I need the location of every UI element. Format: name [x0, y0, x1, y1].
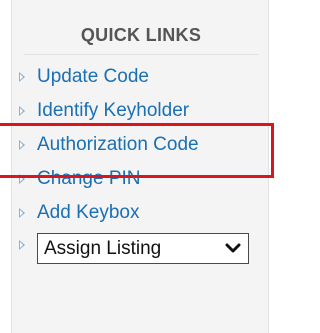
quick-link-label[interactable]: Change PIN: [37, 168, 141, 189]
quick-link-add-keybox[interactable]: Add Keybox: [12, 196, 270, 230]
heading-divider: [24, 54, 258, 55]
assign-listing-item: Assign Listing: [12, 230, 270, 270]
quick-link-authorization-code[interactable]: Authorization Code: [12, 128, 270, 162]
quick-link-label[interactable]: Authorization Code: [37, 134, 199, 155]
quick-link-label[interactable]: Update Code: [37, 66, 149, 87]
quick-link-label[interactable]: Add Keybox: [37, 202, 139, 223]
triangle-arrow-icon: [19, 240, 25, 250]
quick-link-identify-keyholder[interactable]: Identify Keyholder: [12, 94, 270, 128]
triangle-arrow-icon: [19, 106, 25, 116]
quick-link-update-code[interactable]: Update Code: [12, 60, 270, 94]
triangle-arrow-icon: [19, 72, 25, 82]
quick-links-heading: QUICK LINKS: [80, 25, 202, 45]
triangle-arrow-icon: [19, 208, 25, 218]
quick-links-panel: QUICK LINKS Update Code Identify Keyhold…: [11, 0, 269, 333]
triangle-arrow-icon: [19, 174, 25, 184]
select-value: Assign Listing: [44, 238, 162, 259]
triangle-arrow-icon: [19, 140, 25, 150]
chevron-down-icon: [225, 243, 241, 253]
quick-link-change-pin[interactable]: Change PIN: [12, 162, 270, 196]
quick-links-list: Update Code Identify Keyholder Authoriza…: [12, 60, 270, 270]
quick-link-label[interactable]: Identify Keyholder: [37, 100, 189, 121]
assign-listing-select[interactable]: Assign Listing: [37, 233, 249, 264]
